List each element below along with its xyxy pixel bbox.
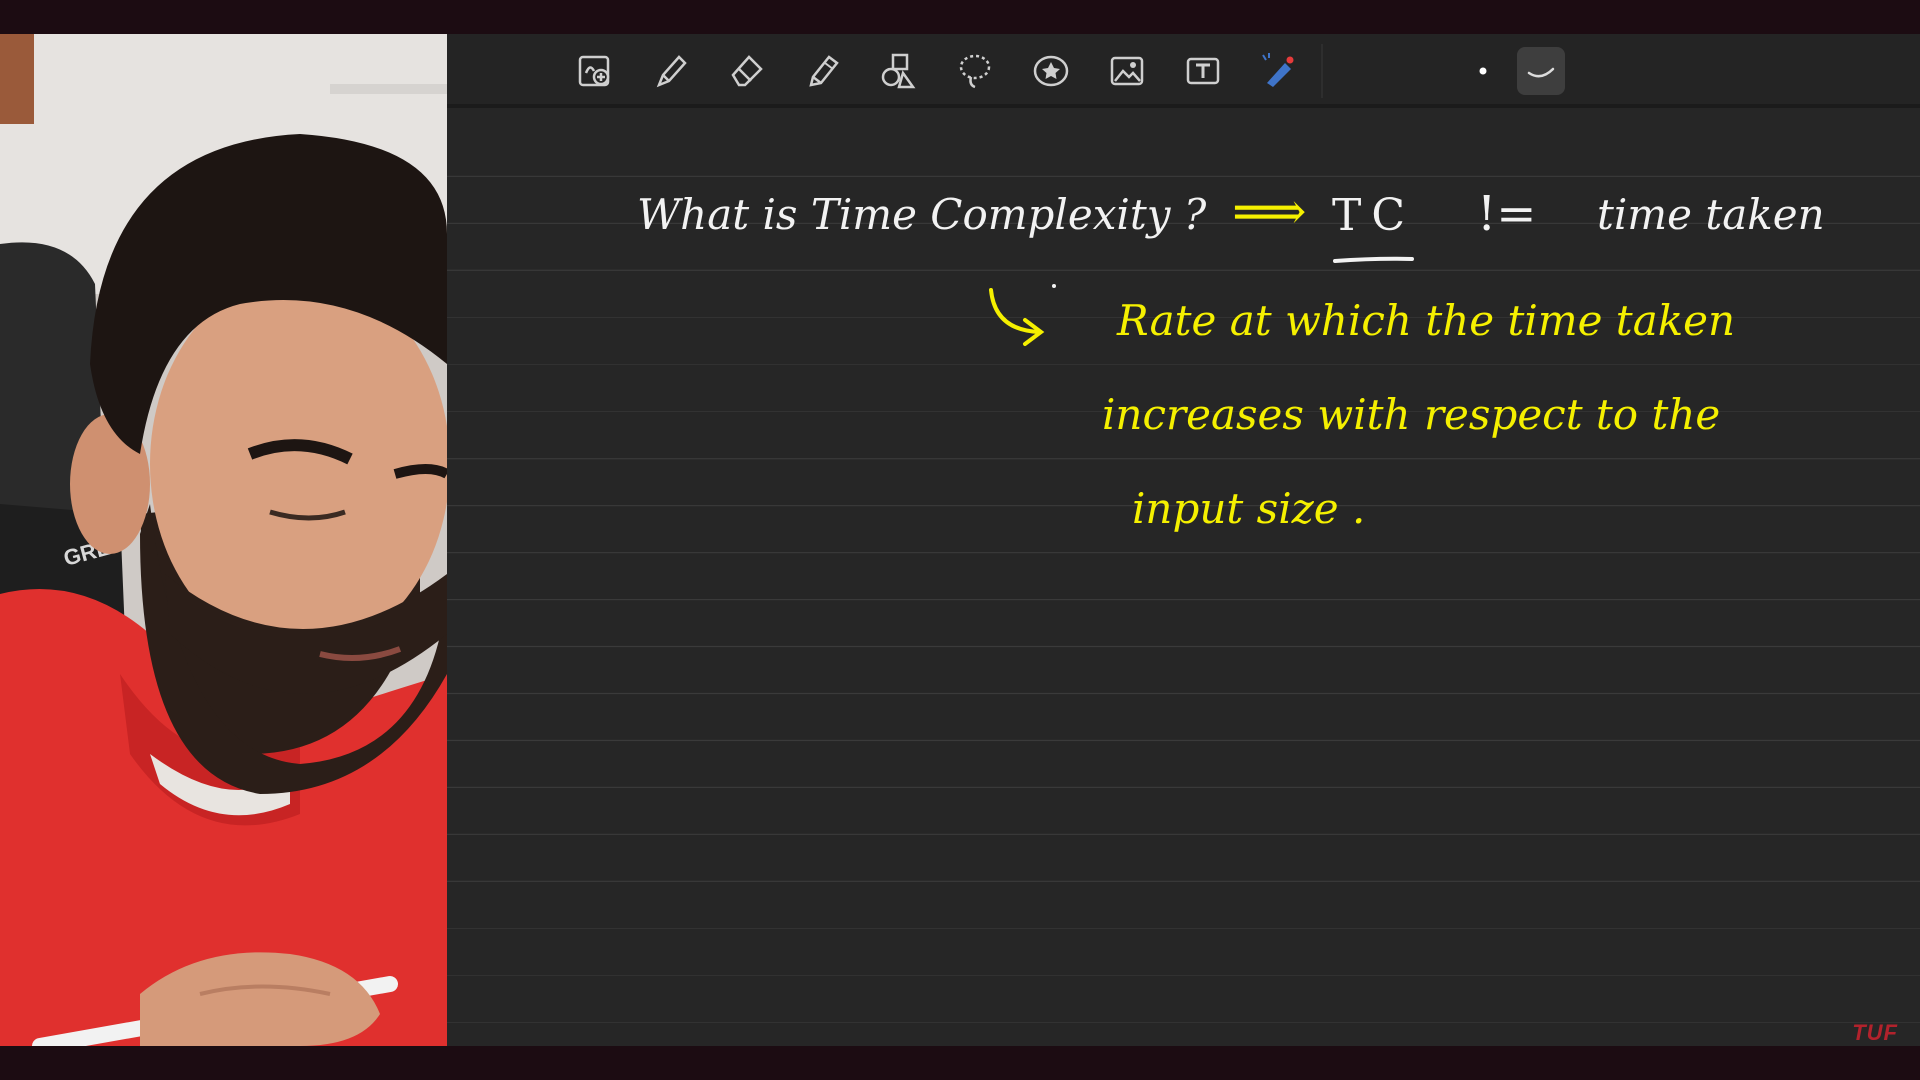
notebook-page[interactable]: What is Time Complexity ? ⟹ TC != time t… [447, 112, 1920, 1046]
eraser-icon[interactable] [723, 47, 771, 95]
shapes-icon[interactable] [875, 47, 923, 95]
image-icon[interactable] [1103, 47, 1151, 95]
sticker-icon[interactable] [1027, 47, 1075, 95]
stroke-dot-icon[interactable] [1459, 47, 1507, 95]
ink-strokes [989, 256, 1414, 346]
toolbar [447, 34, 1920, 108]
pen-icon[interactable] [647, 47, 695, 95]
notes-app: What is Time Complexity ? ⟹ TC != time t… [447, 34, 1920, 1046]
lasso-icon[interactable] [951, 47, 999, 95]
highlighter-icon[interactable] [799, 47, 847, 95]
stroke-style-icon[interactable] [1517, 47, 1565, 95]
video-frame: GRE What is Time Complexity ? ⟹ TC != ti… [0, 34, 1920, 1046]
laser-pointer-icon[interactable] [1255, 47, 1303, 95]
webcam-feed: GRE [0, 34, 447, 1046]
presenter-image: GRE [0, 34, 447, 1046]
tuf-watermark: TUF [1852, 1020, 1898, 1045]
toolbar-divider [1321, 44, 1323, 98]
text-icon[interactable] [1179, 47, 1227, 95]
tc-underline [1333, 256, 1414, 263]
add-page-icon[interactable] [571, 47, 619, 95]
